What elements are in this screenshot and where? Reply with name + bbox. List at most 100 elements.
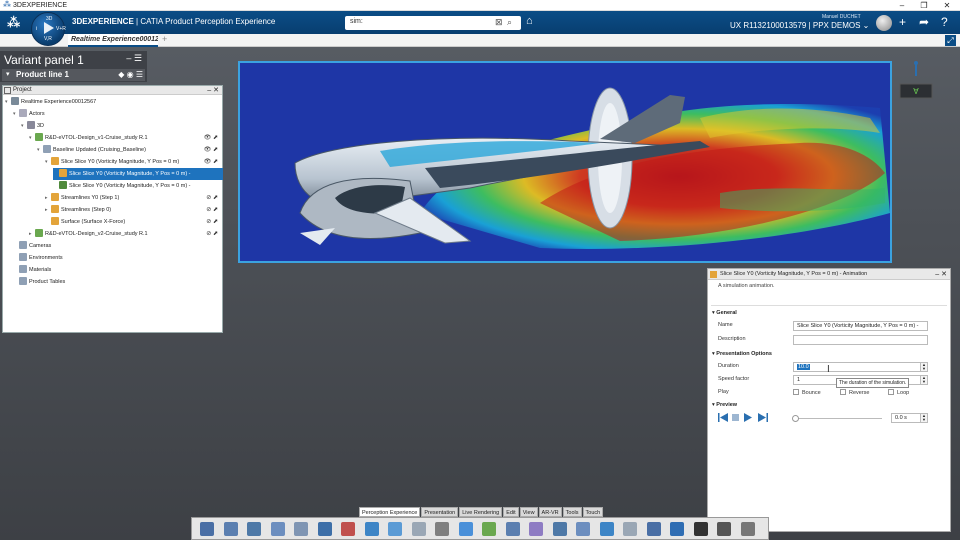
action-bar-tab[interactable]: AR-VR [538,507,562,517]
toolbar-command-icon[interactable] [740,522,755,536]
tree-node[interactable]: Slice Slice Y0 (Vorticity Magnitude, Y P… [53,168,223,180]
toolbar-command-icon[interactable] [505,522,520,536]
toolbar-command-icon[interactable] [623,522,637,536]
tree-node[interactable]: Product Tables [13,276,65,288]
reverse-checkbox[interactable]: Reverse [840,389,869,396]
tag-icon[interactable]: ⌂ [526,15,533,27]
action-bar-tab[interactable]: Edit [503,507,519,517]
toolbar-command-icon[interactable] [646,522,661,536]
toolbar-command-icon[interactable] [247,522,261,536]
restore-window-button[interactable]: ❐ [914,0,934,11]
visibility-toggle-icon[interactable]: 👁 ⬈ [204,146,218,153]
toolbar-command-icon[interactable] [458,522,473,536]
tree-node[interactable]: ▸ Streamlines (Step 0) [45,204,111,216]
toolbar-command-icon[interactable] [223,522,238,536]
fullscreen-icon[interactable]: ⤢ [945,35,956,46]
action-bar-tab[interactable]: Perception Experience [359,507,421,517]
tree-node-icon [19,241,27,249]
toolbar-command-icon[interactable] [341,522,355,536]
visibility-toggle-icon[interactable]: 👁 ⬈ [204,134,218,141]
action-bar-tab[interactable]: Presentation [421,507,459,517]
tree-node[interactable]: ▾ R&D-eVTOL-Design_v1-Cruise_study R.1 [29,132,148,144]
animation-panel-controls[interactable]: – ✕ [935,269,947,280]
toolbar-command-icon[interactable] [435,522,449,536]
3d-viewport[interactable] [238,61,892,263]
preview-section-header[interactable]: ▾ Preview [712,402,737,408]
toolbar-command-icon[interactable] [576,522,590,536]
visibility-toggle-icon[interactable]: 👁 ⬈ [204,158,218,165]
visibility-toggle-icon[interactable]: ⊘ ⬈ [206,230,218,237]
compass-east[interactable]: V+R [56,26,66,32]
presentation-section-header[interactable]: ▾ Presentation Options [712,351,772,357]
preview-timeline-slider[interactable] [794,418,882,419]
general-section-header[interactable]: ▾ General [712,310,737,316]
toolbar-command-icon[interactable] [670,522,684,536]
tree-node[interactable]: ▾ 3D [21,120,44,132]
tree-node[interactable]: ▾ Realtime Experience00012567 [5,96,96,108]
chevron-down-icon[interactable]: ▾ [6,69,10,81]
help-icon[interactable]: ? [941,15,948,29]
tree-node[interactable]: ▾ Baseline Updated (Cruising_Baseline) [37,144,146,156]
toolbar-command-icon[interactable] [364,522,379,536]
close-window-button[interactable]: ✕ [937,0,957,11]
search-input[interactable]: sim: ⊠ ⌕ [345,16,521,30]
toolbar-command-icon[interactable] [317,522,332,536]
preview-time-stepper[interactable]: ▲ ▼ [920,414,927,422]
bounce-checkbox[interactable]: Bounce [793,389,821,396]
add-icon[interactable]: + [899,15,906,29]
duration-field[interactable]: 10.0 ▲ ▼ [793,362,928,372]
toolbar-command-icon[interactable] [270,522,285,536]
add-tab-button[interactable]: + [162,34,167,44]
collaborative-space-selector[interactable]: UX R1132100013579 | PPX DEMOS ⌄ [730,21,869,30]
tree-node[interactable]: ▾ Slice Slice Y0 (Vorticity Magnitude, Y … [45,156,179,168]
tree-node[interactable]: Slice Slice Y0 (Vorticity Magnitude, Y P… [53,180,191,192]
tree-node[interactable]: Materials [13,264,51,276]
preview-controls[interactable] [718,412,770,424]
tree-node[interactable]: ▸ R&D-eVTOL-Design_v2-Cruise_study R.1 [29,228,148,240]
toolbar-command-icon[interactable] [529,522,543,536]
share-icon[interactable]: ➦ [919,15,929,29]
project-panel-controls[interactable]: – ✕ [207,86,219,95]
tree-node[interactable]: Surface (Surface X-Force) [45,216,125,228]
visibility-toggle-icon[interactable]: ⊘ ⬈ [206,194,218,201]
description-field[interactable] [793,335,928,345]
toolbar-command-icon[interactable] [294,522,308,536]
action-bar-tab[interactable]: View [519,507,538,517]
preview-time-field[interactable]: 0.0 s ▲ ▼ [891,413,928,423]
visibility-toggle-icon[interactable]: ⊘ ⬈ [206,218,218,225]
toolbar-command-icon[interactable] [599,522,614,536]
tree-node[interactable]: ▸ Streamlines Y0 (Step 1) [45,192,119,204]
toolbar-command-icon[interactable] [693,522,708,536]
visibility-toggle-icon[interactable]: ⊘ ⬈ [206,206,218,213]
toolbar-command-icon[interactable] [388,522,402,536]
minimize-window-button[interactable]: – [892,0,912,11]
toolbar-command-icon[interactable] [717,522,731,536]
duration-stepper[interactable]: ▲ ▼ [920,363,927,371]
product-line-row[interactable]: ▾ Product line 1 ◆ ◉ ☰ [2,69,145,81]
toolbar-command-icon[interactable] [411,522,426,536]
toolbar-command-icon[interactable] [552,522,567,536]
preview-slider-handle[interactable] [792,415,799,422]
tab-realtime-experience[interactable]: Realtime Experience00012 [68,34,158,47]
clear-search-icon[interactable]: ⊠ [495,17,503,28]
tree-node[interactable]: Cameras [13,240,51,252]
name-field[interactable]: Slice Slice Y0 (Vorticity Magnitude, Y P… [793,321,928,331]
toolbar-command-icon[interactable] [482,522,496,536]
search-icon[interactable]: ⌕ [507,17,512,28]
action-bar-tab[interactable]: Tools [562,507,582,517]
compass-play-icon [44,22,54,34]
tree-node[interactable]: Environments [13,252,63,264]
action-bar-tab[interactable]: Touch [582,507,604,517]
product-line-actions[interactable]: ◆ ◉ ☰ [118,69,143,81]
toolbar-command-icon[interactable] [200,522,214,536]
compass-west[interactable]: i [36,26,37,32]
app-brand: 3DEXPERIENCE | CATIA Product Perception … [72,17,276,26]
loop-checkbox[interactable]: Loop [888,389,909,396]
variant-panel-controls[interactable]: – ☰ [126,53,142,64]
view-hud[interactable]: ∀ [896,60,936,102]
action-bar-tab[interactable]: Live Rendering [459,507,503,517]
compass-widget[interactable]: 3D i V+R V,R [31,12,66,46]
tree-node[interactable]: ▾ Actors [13,108,45,120]
speed-factor-stepper[interactable]: ▲ ▼ [920,376,927,384]
avatar[interactable] [876,15,892,31]
